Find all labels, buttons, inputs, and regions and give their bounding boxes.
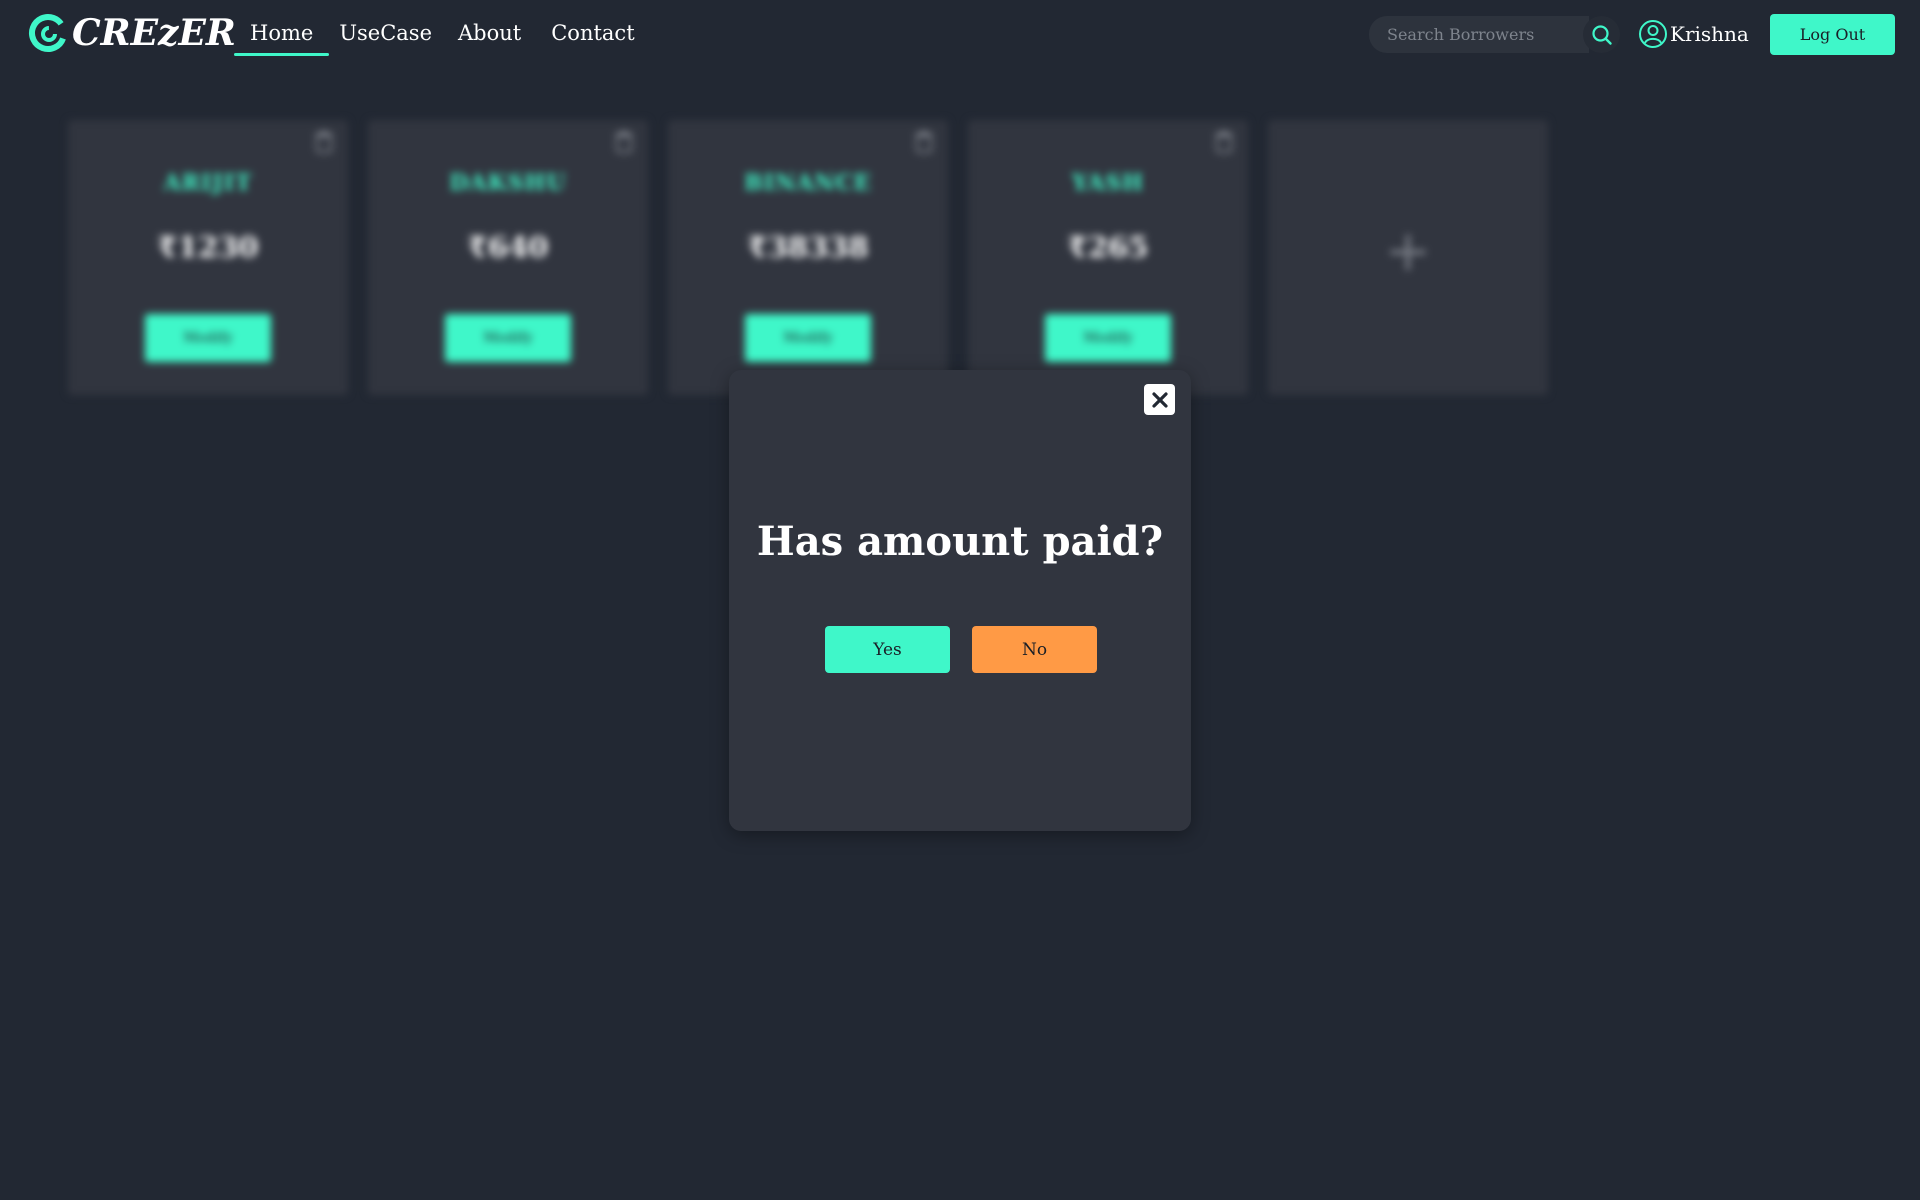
borrower-name: YASH bbox=[1071, 170, 1145, 196]
search-input[interactable] bbox=[1369, 16, 1589, 53]
borrower-card: DAKSHU ₹640 Modify bbox=[368, 120, 648, 395]
borrower-name: DAKSHU bbox=[449, 170, 567, 196]
user-name: Krishna bbox=[1670, 22, 1749, 46]
modify-button[interactable]: Modify bbox=[445, 314, 571, 362]
trash-icon[interactable] bbox=[314, 130, 334, 154]
payment-confirm-modal: Has amount paid? Yes No bbox=[729, 370, 1191, 831]
borrower-amount: ₹1230 bbox=[157, 230, 259, 264]
nav-contact[interactable]: Contact bbox=[535, 18, 650, 56]
borrower-name: ARIJIT bbox=[163, 170, 253, 196]
main-nav: Home UseCase About Contact bbox=[234, 18, 651, 56]
yes-button[interactable]: Yes bbox=[825, 626, 950, 673]
search-icon bbox=[1591, 24, 1612, 45]
nav-home[interactable]: Home bbox=[234, 18, 330, 56]
close-button[interactable] bbox=[1144, 384, 1175, 415]
trash-icon[interactable] bbox=[1214, 130, 1234, 154]
search-bar bbox=[1369, 16, 1620, 53]
borrower-amount: ₹38338 bbox=[747, 230, 869, 264]
user-icon bbox=[1639, 20, 1667, 48]
logo[interactable]: CREzER bbox=[28, 12, 236, 54]
nav-about[interactable]: About bbox=[444, 18, 535, 56]
borrower-card: BINANCE ₹38338 Modify bbox=[668, 120, 948, 395]
nav-usecase[interactable]: UseCase bbox=[329, 18, 444, 56]
trash-icon[interactable] bbox=[614, 130, 634, 154]
user-profile[interactable]: Krishna bbox=[1638, 19, 1749, 49]
borrower-amount: ₹265 bbox=[1067, 230, 1149, 264]
logout-button[interactable]: Log Out bbox=[1770, 14, 1895, 55]
borrower-amount: ₹640 bbox=[467, 230, 549, 264]
borrower-card: ARIJIT ₹1230 Modify bbox=[68, 120, 348, 395]
top-navbar: CREzER Home UseCase About Contact Krishn… bbox=[0, 0, 1920, 72]
borrower-name: BINANCE bbox=[744, 170, 872, 196]
trash-icon[interactable] bbox=[914, 130, 934, 154]
modal-title: Has amount paid? bbox=[756, 518, 1164, 565]
search-button[interactable] bbox=[1583, 16, 1620, 53]
no-button[interactable]: No bbox=[972, 626, 1097, 673]
plus-icon: + bbox=[1384, 219, 1432, 284]
borrower-card: YASH ₹265 Modify bbox=[968, 120, 1248, 395]
modify-button[interactable]: Modify bbox=[745, 314, 871, 362]
close-icon bbox=[1151, 391, 1168, 408]
logo-icon bbox=[29, 14, 67, 52]
modify-button[interactable]: Modify bbox=[145, 314, 271, 362]
modify-button[interactable]: Modify bbox=[1045, 314, 1171, 362]
brand-name: CREzER bbox=[72, 12, 236, 54]
add-borrower-card[interactable]: + bbox=[1268, 120, 1548, 395]
